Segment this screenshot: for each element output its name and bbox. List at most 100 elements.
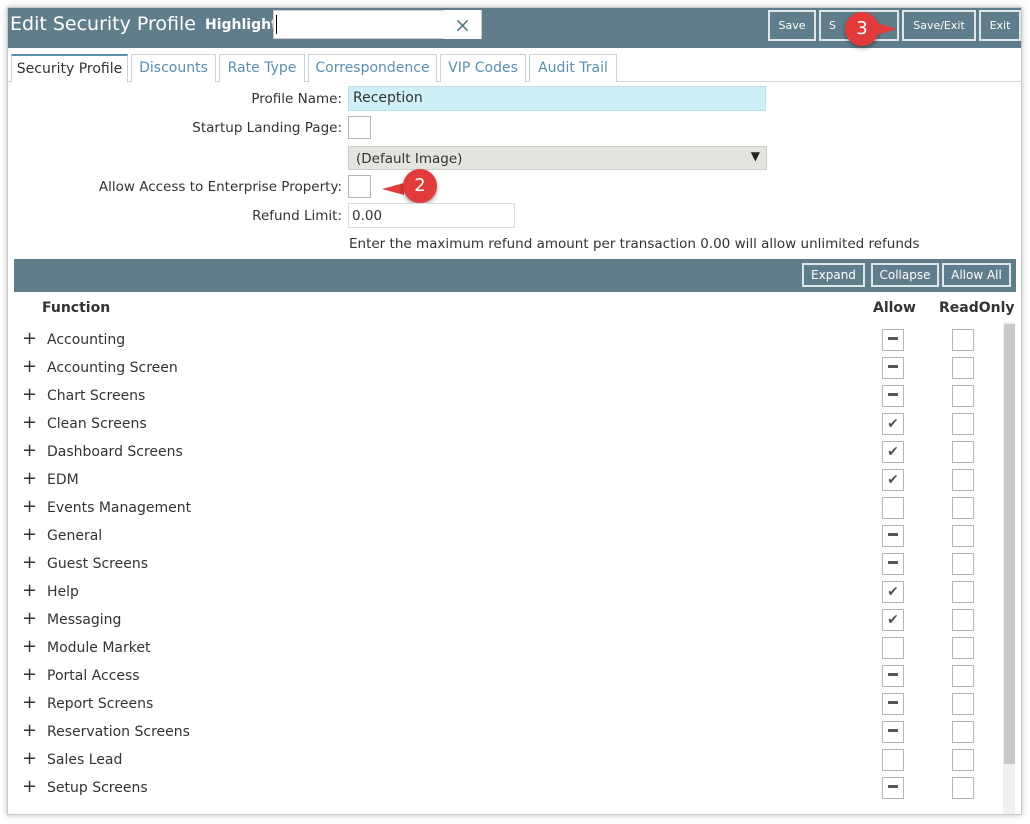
expand-plus-icon[interactable]: + bbox=[22, 580, 37, 601]
refund-hint: Enter the maximum refund amount per tran… bbox=[349, 236, 920, 252]
tab-rate-type[interactable]: Rate Type bbox=[219, 54, 305, 82]
allow-checkbox[interactable] bbox=[882, 553, 904, 575]
function-name: Guest Screens bbox=[47, 556, 148, 572]
column-function: Function bbox=[42, 300, 111, 316]
allow-checkbox[interactable] bbox=[882, 385, 904, 407]
expand-plus-icon[interactable]: + bbox=[22, 356, 37, 377]
allow-checkbox[interactable]: ✔ bbox=[882, 609, 904, 631]
indeterminate-icon bbox=[888, 561, 898, 564]
exit-button[interactable]: Exit bbox=[979, 10, 1021, 41]
readonly-checkbox[interactable] bbox=[952, 469, 974, 491]
expand-plus-icon[interactable]: + bbox=[22, 552, 37, 573]
indeterminate-icon bbox=[888, 785, 898, 788]
allow-checkbox[interactable] bbox=[882, 749, 904, 771]
table-row: + Messaging ✔ bbox=[8, 606, 998, 634]
allow-checkbox[interactable] bbox=[882, 525, 904, 547]
table-row: + Chart Screens bbox=[8, 382, 998, 410]
allow-checkbox[interactable] bbox=[882, 721, 904, 743]
allow-checkbox[interactable]: ✔ bbox=[882, 469, 904, 491]
allow-checkbox[interactable]: ✔ bbox=[882, 441, 904, 463]
indeterminate-icon bbox=[888, 393, 898, 396]
table-row: + Module Market bbox=[8, 634, 998, 662]
table-row: + Setup Screens bbox=[8, 774, 998, 802]
collapse-button[interactable]: Collapse bbox=[871, 263, 939, 287]
readonly-checkbox[interactable] bbox=[952, 665, 974, 687]
startup-landing-page-checkbox[interactable] bbox=[348, 116, 371, 139]
allow-all-button[interactable]: Allow All bbox=[942, 263, 1011, 287]
column-allow: Allow bbox=[873, 300, 916, 316]
tab-audit-trail[interactable]: Audit Trail bbox=[529, 54, 617, 82]
allow-checkbox[interactable] bbox=[882, 637, 904, 659]
allow-checkbox[interactable]: ✔ bbox=[882, 581, 904, 603]
allow-checkbox[interactable] bbox=[882, 357, 904, 379]
function-name: Help bbox=[47, 584, 79, 600]
allow-checkbox[interactable] bbox=[882, 665, 904, 687]
enterprise-access-label: Allow Access to Enterprise Property: bbox=[98, 179, 342, 195]
default-image-select[interactable]: (Default Image) ▼ bbox=[348, 146, 767, 170]
enterprise-access-checkbox[interactable] bbox=[348, 175, 371, 198]
allow-checkbox[interactable] bbox=[882, 497, 904, 519]
function-name: Sales Lead bbox=[47, 752, 123, 768]
tab-security-profile[interactable]: Security Profile bbox=[11, 54, 128, 83]
expand-plus-icon[interactable]: + bbox=[22, 468, 37, 489]
save-exit-button[interactable]: Save/Exit bbox=[902, 10, 976, 41]
allow-checkbox[interactable] bbox=[882, 777, 904, 799]
tab-correspondence[interactable]: Correspondence bbox=[308, 54, 437, 82]
function-name: Accounting Screen bbox=[47, 360, 178, 376]
expand-button[interactable]: Expand bbox=[802, 263, 865, 287]
expand-plus-icon[interactable]: + bbox=[22, 720, 37, 741]
readonly-checkbox[interactable] bbox=[952, 637, 974, 659]
readonly-checkbox[interactable] bbox=[952, 749, 974, 771]
expand-plus-icon[interactable]: + bbox=[22, 608, 37, 629]
checkmark-icon: ✔ bbox=[887, 584, 899, 600]
expand-plus-icon[interactable]: + bbox=[22, 328, 37, 349]
table-row: + Dashboard Screens ✔ bbox=[8, 438, 998, 466]
expand-plus-icon[interactable]: + bbox=[22, 748, 37, 769]
profile-name-input[interactable]: Reception bbox=[348, 86, 766, 111]
allow-checkbox[interactable]: ✔ bbox=[882, 413, 904, 435]
readonly-checkbox[interactable] bbox=[952, 777, 974, 799]
grid-toolbar: Expand Collapse Allow All bbox=[14, 259, 1016, 292]
allow-checkbox[interactable] bbox=[882, 693, 904, 715]
table-row: + General bbox=[8, 522, 998, 550]
readonly-checkbox[interactable] bbox=[952, 385, 974, 407]
readonly-checkbox[interactable] bbox=[952, 553, 974, 575]
expand-plus-icon[interactable]: + bbox=[22, 636, 37, 657]
readonly-checkbox[interactable] bbox=[952, 329, 974, 351]
tab-discounts[interactable]: Discounts bbox=[131, 54, 216, 82]
function-name: Clean Screens bbox=[47, 416, 147, 432]
expand-plus-icon[interactable]: + bbox=[22, 524, 37, 545]
text-caret bbox=[276, 15, 277, 34]
readonly-checkbox[interactable] bbox=[952, 581, 974, 603]
table-row: + Report Screens bbox=[8, 690, 998, 718]
expand-plus-icon[interactable]: + bbox=[22, 692, 37, 713]
page-title: Edit Security Profile bbox=[10, 13, 196, 35]
expand-plus-icon[interactable]: + bbox=[22, 776, 37, 797]
expand-plus-icon[interactable]: + bbox=[22, 412, 37, 433]
clear-icon[interactable]: × bbox=[444, 10, 481, 39]
expand-plus-icon[interactable]: + bbox=[22, 384, 37, 405]
arrow-left-icon bbox=[382, 183, 404, 195]
readonly-checkbox[interactable] bbox=[952, 609, 974, 631]
expand-plus-icon[interactable]: + bbox=[22, 496, 37, 517]
save-button[interactable]: Save bbox=[768, 10, 816, 41]
tab-bar: Security Profile Discounts Rate Type Cor… bbox=[8, 48, 1021, 83]
readonly-checkbox[interactable] bbox=[952, 721, 974, 743]
allow-checkbox[interactable] bbox=[882, 329, 904, 351]
indeterminate-icon bbox=[888, 701, 898, 704]
table-row: + Help ✔ bbox=[8, 578, 998, 606]
expand-plus-icon[interactable]: + bbox=[22, 440, 37, 461]
readonly-checkbox[interactable] bbox=[952, 441, 974, 463]
readonly-checkbox[interactable] bbox=[952, 525, 974, 547]
function-name: Messaging bbox=[47, 612, 122, 628]
tab-vip-codes[interactable]: VIP Codes bbox=[440, 54, 526, 82]
table-row: + Reservation Screens bbox=[8, 718, 998, 746]
readonly-checkbox[interactable] bbox=[952, 413, 974, 435]
readonly-checkbox[interactable] bbox=[952, 693, 974, 715]
readonly-checkbox[interactable] bbox=[952, 497, 974, 519]
table-row: + Portal Access bbox=[8, 662, 998, 690]
table-row: + Sales Lead bbox=[8, 746, 998, 774]
readonly-checkbox[interactable] bbox=[952, 357, 974, 379]
expand-plus-icon[interactable]: + bbox=[22, 664, 37, 685]
refund-limit-input[interactable]: 0.00 bbox=[348, 203, 515, 228]
